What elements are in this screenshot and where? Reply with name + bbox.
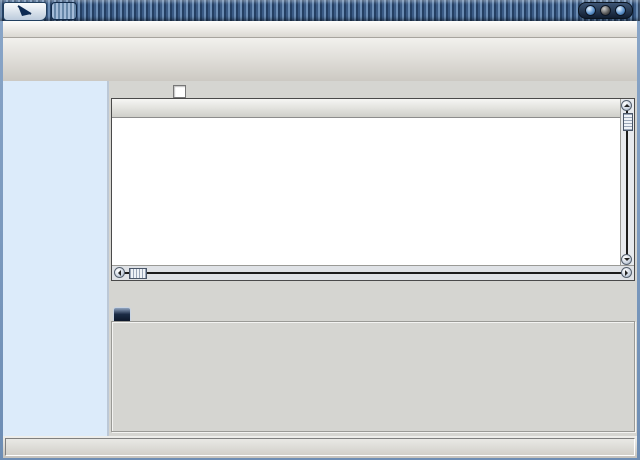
order-detail-panel <box>111 321 635 432</box>
action-button-row <box>587 286 635 308</box>
title-bar <box>0 0 640 21</box>
status-field <box>5 438 635 456</box>
auto-order-option[interactable] <box>173 85 190 98</box>
sidebar-tree <box>3 81 109 436</box>
status-bar <box>3 436 637 458</box>
trade-table <box>112 99 621 266</box>
horizontal-scroll-thumb[interactable] <box>129 268 147 279</box>
maximize-button[interactable] <box>600 5 611 16</box>
content-area <box>3 81 637 436</box>
auto-order-checkbox[interactable] <box>173 85 186 98</box>
scroll-down-button[interactable] <box>621 254 632 265</box>
scroll-left-button[interactable] <box>114 267 125 278</box>
app-logo-icon <box>3 2 47 21</box>
table-header <box>112 99 621 118</box>
menu-bar <box>3 21 637 38</box>
scroll-up-button[interactable] <box>621 100 632 111</box>
vertical-scrollbar[interactable] <box>620 99 634 266</box>
toolbar <box>3 38 637 82</box>
vertical-scroll-thumb[interactable] <box>623 113 633 131</box>
horizontal-scrollbar[interactable] <box>112 265 634 280</box>
title-tab <box>51 2 77 20</box>
scroll-right-button[interactable] <box>621 267 632 278</box>
tab-row <box>111 83 635 98</box>
horizontal-scroll-track[interactable] <box>119 272 627 274</box>
main-panel <box>109 81 637 436</box>
window-controls <box>578 2 633 19</box>
close-button[interactable] <box>615 5 626 16</box>
trade-table-region <box>111 98 635 281</box>
application-window <box>0 0 640 460</box>
minimize-button[interactable] <box>585 5 596 16</box>
